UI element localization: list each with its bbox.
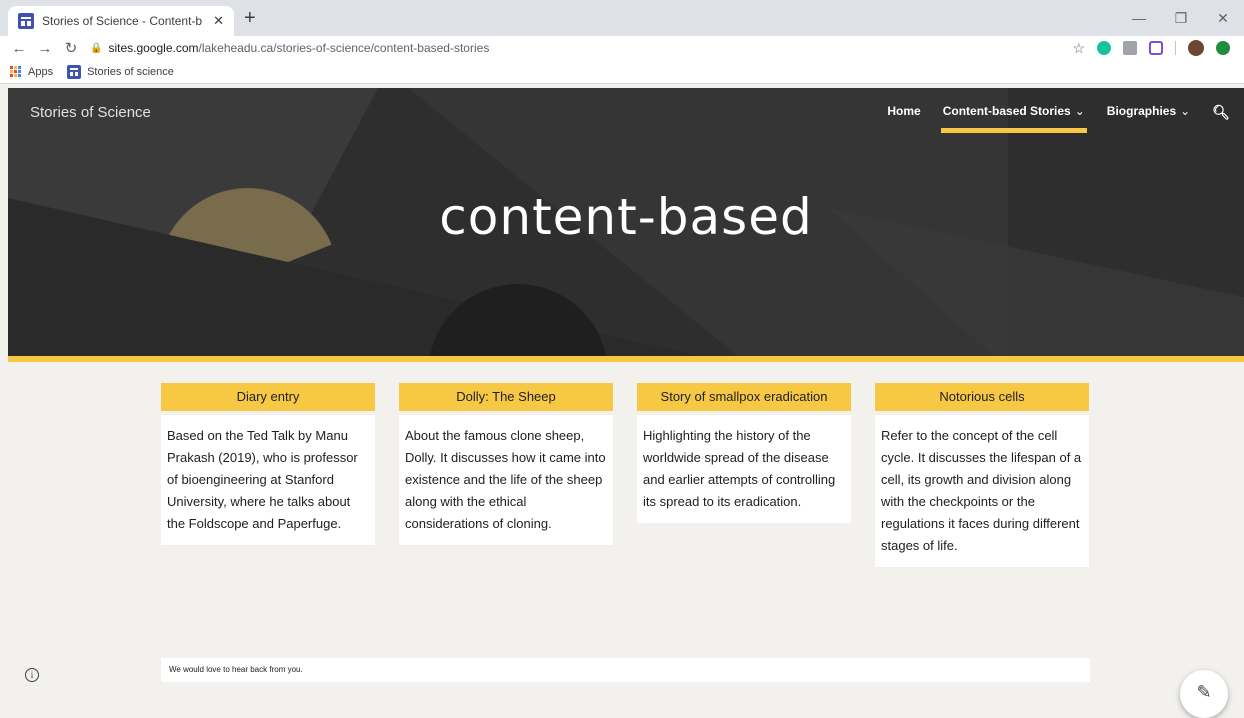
info-icon[interactable]: i [25,668,39,682]
extension-icon[interactable] [1149,41,1163,55]
window-controls: — ❐ ✕ [1118,0,1244,36]
card-smallpox-eradication: Story of smallpox eradication Highlighti… [637,383,851,523]
card-description: Based on the Ted Talk by Manu Prakash (2… [161,415,375,545]
search-icon[interactable]: 🔍︎ [1212,104,1230,121]
browser-toolbar: ← → ↻ 🔒 sites.google.com /lakeheadu.ca/s… [0,36,1244,60]
bookmark-apps[interactable]: Apps [28,66,53,78]
page-title: content-based [439,188,813,246]
edit-pencil-button[interactable]: ✎ [1180,670,1228,718]
site-navigation: Home Content-based Stories ⌄ Biographies… [887,104,1244,133]
card-description: Highlighting the history of the worldwid… [637,415,851,523]
header-accent-bar [8,356,1244,362]
nav-home[interactable]: Home [887,104,920,118]
url-path: /lakeheadu.ca/stories-of-science/content… [198,41,490,55]
bookmark-stories-of-science[interactable]: Stories of science [87,66,174,78]
google-sites-bookmark-icon [67,64,82,79]
card-title[interactable]: Notorious cells [875,383,1089,411]
back-arrow-icon[interactable]: ← [6,40,32,57]
restore-icon[interactable]: ❐ [1160,10,1202,27]
profile-avatar[interactable] [1188,40,1204,56]
new-tab-button[interactable]: + [244,8,256,28]
forward-arrow-icon[interactable]: → [32,40,58,57]
apps-grid-icon[interactable] [10,65,22,78]
chevron-down-icon: ⌄ [1074,104,1085,118]
reload-icon[interactable]: ↻ [58,39,84,57]
card-description: Refer to the concept of the cell cycle. … [875,415,1089,567]
url-host: sites.google.com [108,41,199,55]
address-bar[interactable]: 🔒 sites.google.com /lakeheadu.ca/stories… [90,37,1072,59]
card-dolly-the-sheep: Dolly: The Sheep About the famous clone … [399,383,613,545]
google-sites-favicon-icon [18,13,34,29]
card-title[interactable]: Story of smallpox eradication [637,383,851,411]
close-tab-icon[interactable]: ✕ [213,13,224,29]
extension-icon[interactable] [1216,41,1230,55]
lock-icon: 🔒 [90,42,103,54]
card-diary-entry: Diary entry Based on the Ted Talk by Man… [161,383,375,545]
bookmarks-bar: Apps Stories of science [0,60,1244,84]
grammarly-extension-icon[interactable] [1097,41,1111,55]
chevron-down-icon: ⌄ [1180,104,1191,118]
bookmark-star-icon[interactable]: ☆ [1072,40,1085,57]
decorative-circle [428,284,608,356]
nav-home-label: Home [887,104,921,118]
card-notorious-cells: Notorious cells Refer to the concept of … [875,383,1089,567]
nav-biographies-label: Biographies [1106,104,1177,118]
minimize-icon[interactable]: — [1118,10,1160,26]
close-window-icon[interactable]: ✕ [1202,10,1244,27]
nav-content-based-stories[interactable]: Content-based Stories ⌄ [940,104,1087,133]
footer-message: We would love to hear back from you. [161,658,1090,682]
nav-biographies[interactable]: Biographies ⌄ [1107,104,1190,118]
extension-icon[interactable] [1123,41,1137,55]
card-description: About the famous clone sheep, Dolly. It … [399,415,613,545]
browser-tab[interactable]: Stories of Science - Content-bas ✕ [8,6,234,36]
page-header: Stories of Science Home Content-based St… [8,88,1244,356]
nav-content-based-stories-label: Content-based Stories [942,104,1071,118]
browser-tabstrip: Stories of Science - Content-bas ✕ + — ❐… [0,0,1244,36]
tab-title: Stories of Science - Content-bas [42,14,202,28]
site-title[interactable]: Stories of Science [30,104,151,121]
card-title[interactable]: Diary entry [161,383,375,411]
extensions-area: ☆ [1072,40,1244,57]
card-title[interactable]: Dolly: The Sheep [399,383,613,411]
toolbar-divider [1175,41,1176,55]
